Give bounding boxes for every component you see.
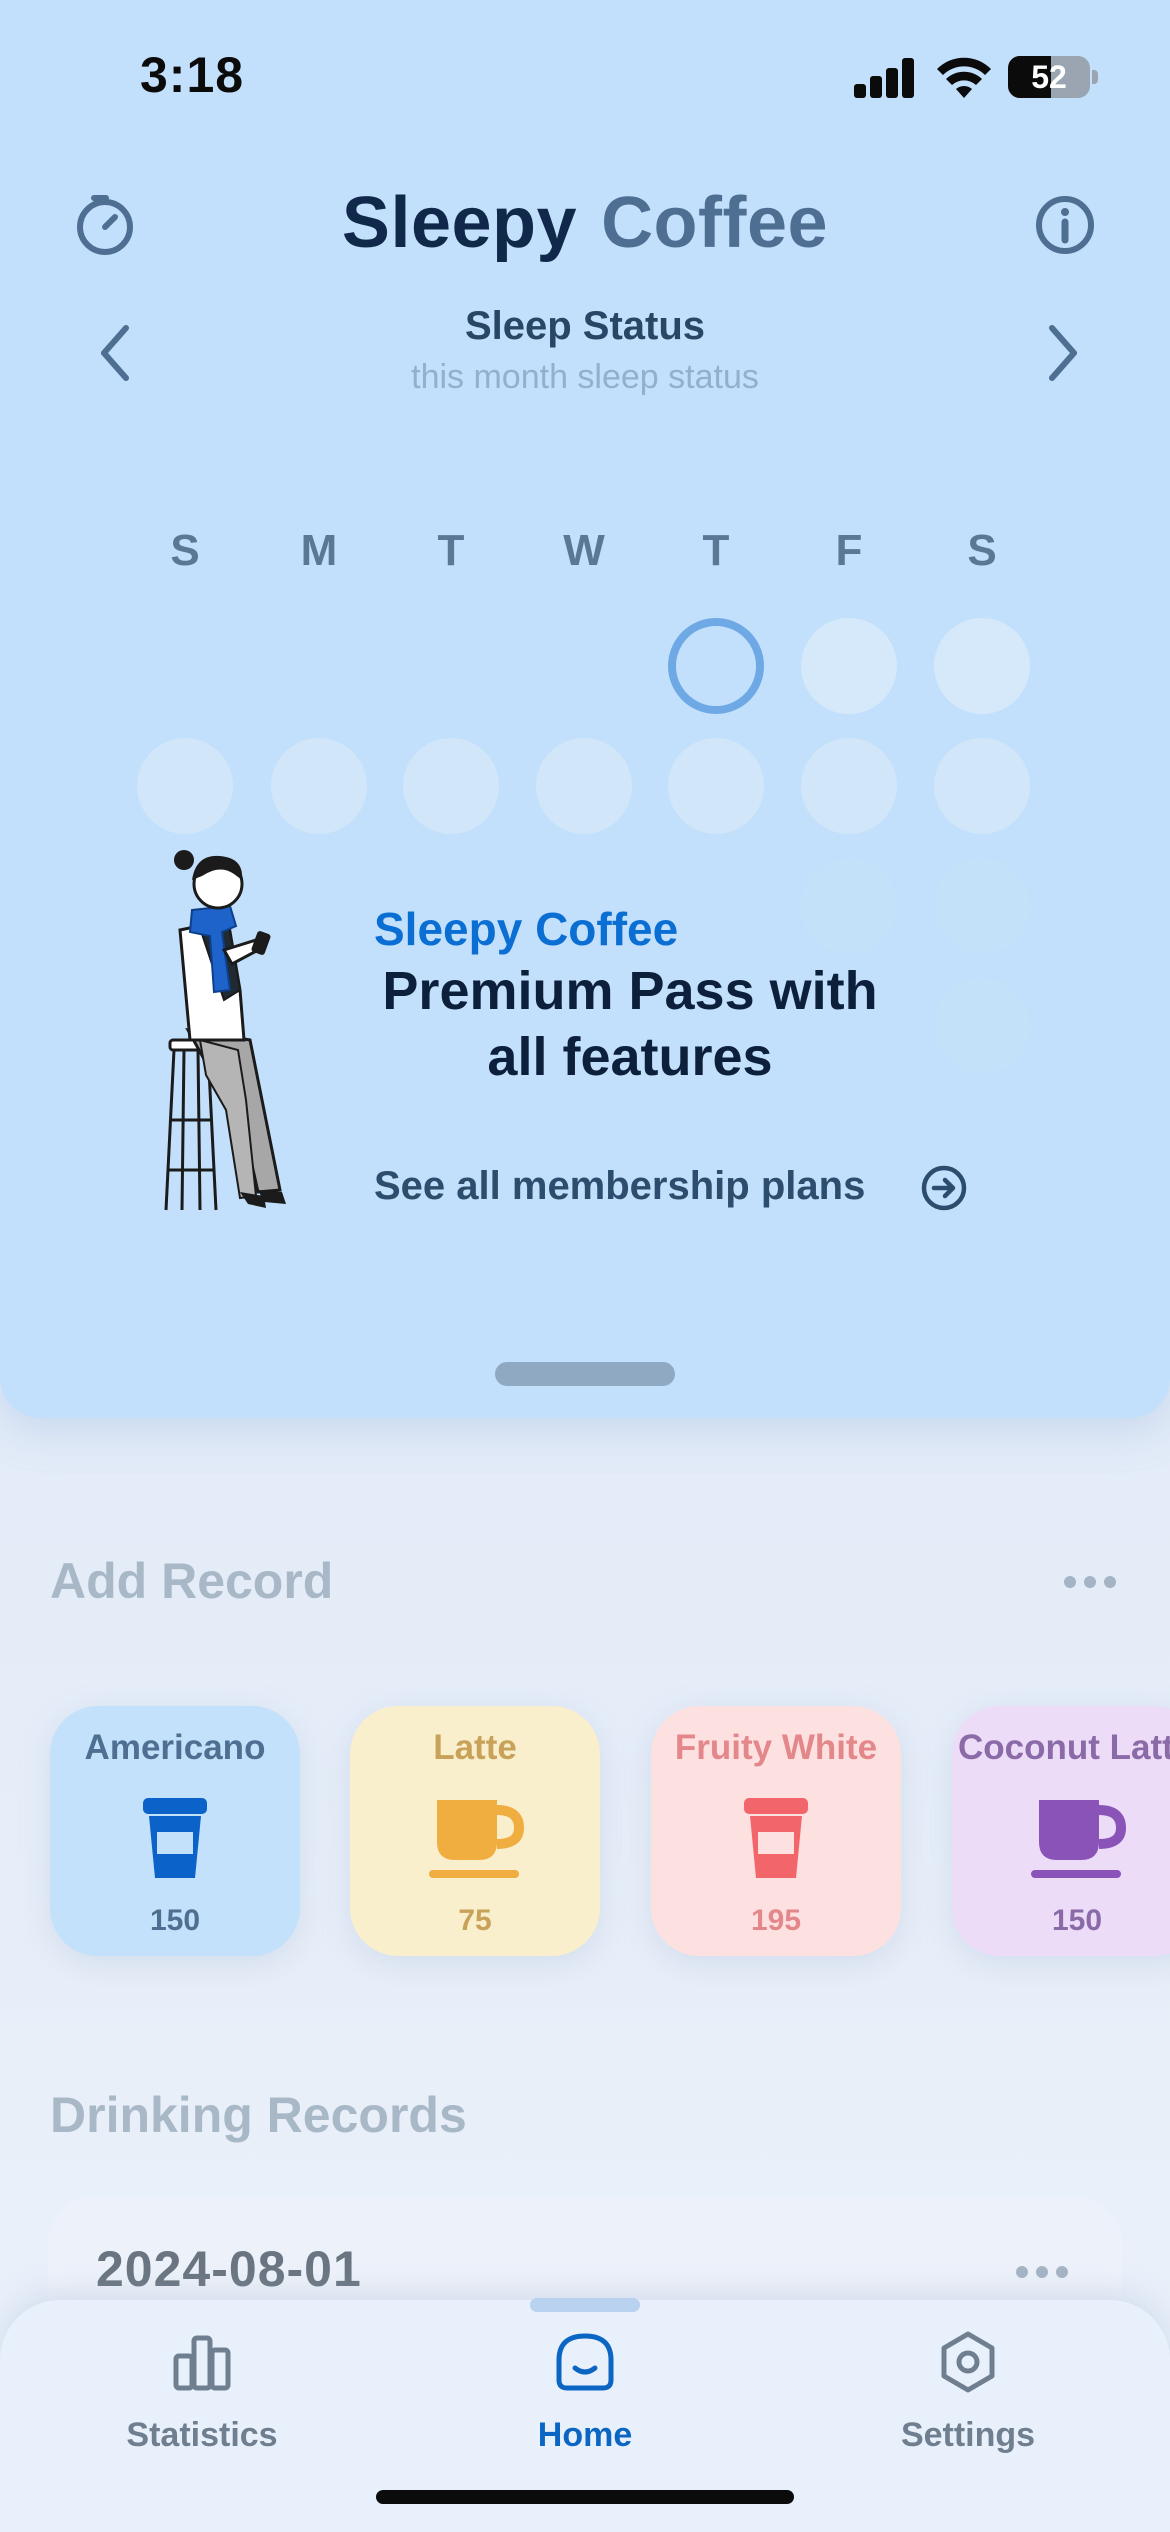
calendar-day[interactable] [536, 738, 632, 834]
info-icon[interactable] [1030, 190, 1100, 260]
drink-card-fruity-white[interactable]: Fruity White 195 [651, 1706, 901, 1956]
calendar-day[interactable] [271, 738, 367, 834]
drink-name: Coconut Latte [958, 1728, 1170, 1767]
home-indicator[interactable] [376, 2490, 794, 2504]
sleep-status-panel: 3:18 52 Sleepy Coffee Sleep Status this … [0, 0, 1170, 1418]
sleep-status-subtitle: this month sleep status [411, 358, 759, 396]
calendar-day [934, 858, 1030, 954]
tab-statistics[interactable]: Statistics [72, 2330, 332, 2470]
arrow-circle-right-icon[interactable] [920, 1164, 968, 1212]
next-month-arrow[interactable] [1030, 318, 1090, 388]
add-record-more-icon[interactable] [1064, 1572, 1124, 1592]
weekday-label: S [170, 526, 200, 575]
weekday-label: T [702, 526, 730, 575]
drink-caffeine-value: 150 [1051, 1904, 1103, 1937]
mug-icon [429, 1800, 525, 1878]
drinking-records-title: Drinking Records [50, 2087, 467, 2143]
weekday-label: W [563, 526, 605, 575]
tab-label: Settings [900, 2416, 1036, 2454]
status-time: 3:18 [140, 47, 245, 103]
drink-card-coconut-latte[interactable]: Coconut Latte 150 [952, 1706, 1170, 1956]
record-more-icon[interactable] [1016, 2262, 1076, 2282]
wifi-icon [937, 57, 991, 98]
weekday-label: S [967, 526, 997, 575]
home-face-icon [556, 2333, 614, 2391]
weekday-label: F [835, 526, 863, 575]
drink-caffeine-value: 195 [750, 1904, 802, 1937]
drink-name: Fruity White [674, 1728, 878, 1767]
calendar-day[interactable] [934, 618, 1030, 714]
drink-name: Americano [84, 1728, 266, 1767]
tab-label: Statistics [126, 2416, 278, 2454]
woman-on-stool-illustration [164, 850, 286, 1211]
bar-chart-icon [173, 2335, 231, 2391]
calendar-day [801, 858, 897, 954]
calendar-day[interactable] [668, 738, 764, 834]
status-bar: 3:18 52 [0, 0, 1170, 150]
calendar-day[interactable] [801, 618, 897, 714]
promo-title-line1: Premium Pass with [382, 961, 878, 1021]
promo-brand: Sleepy Coffee [374, 903, 679, 955]
battery-cap [1092, 70, 1098, 84]
cellular-signal-icon [854, 58, 916, 98]
calendar-day-today[interactable] [668, 618, 764, 714]
tab-label: Home [537, 2416, 633, 2454]
panel-drag-handle[interactable] [495, 1362, 675, 1386]
battery-icon: 52 [1008, 56, 1090, 98]
tab-home[interactable]: Home [455, 2330, 715, 2470]
promo-title-line2: all features [487, 1027, 773, 1087]
calendar-day[interactable] [403, 738, 499, 834]
record-date: 2024-08-01 [96, 2241, 362, 2297]
calendar-day [934, 978, 1030, 1074]
tab-settings[interactable]: Settings [838, 2330, 1098, 2470]
sleep-status-title: Sleep Status [464, 304, 706, 348]
calendar-day[interactable] [801, 738, 897, 834]
calendar-day[interactable] [934, 738, 1030, 834]
app-title-coffee: Coffee [601, 183, 829, 263]
membership-plans-link[interactable]: See all membership plans [374, 1164, 865, 1209]
cup-icon [143, 1798, 207, 1878]
drink-card-latte[interactable]: Latte 75 [350, 1706, 600, 1956]
app-title-sleepy: Sleepy [341, 183, 578, 263]
tab-bar-indicator [530, 2298, 640, 2312]
calendar-day[interactable] [137, 738, 233, 834]
drink-card-americano[interactable]: Americano 150 [50, 1706, 300, 1956]
weekday-header: S M T W T F S [0, 526, 1170, 586]
cup-icon [744, 1798, 808, 1878]
gear-hexagon-icon [941, 2331, 995, 2393]
drink-caffeine-value: 150 [149, 1904, 201, 1937]
drink-name: Latte [433, 1728, 517, 1767]
drink-caffeine-value: 75 [458, 1904, 492, 1937]
weekday-label: T [437, 526, 465, 575]
add-record-title: Add Record [50, 1553, 334, 1609]
promo-title: Premium Pass with all features [360, 958, 900, 1090]
weekday-label: M [300, 526, 338, 575]
app-title: Sleepy Coffee [0, 182, 1170, 264]
battery-level: 52 [1031, 59, 1067, 95]
mug-icon [1031, 1800, 1127, 1878]
